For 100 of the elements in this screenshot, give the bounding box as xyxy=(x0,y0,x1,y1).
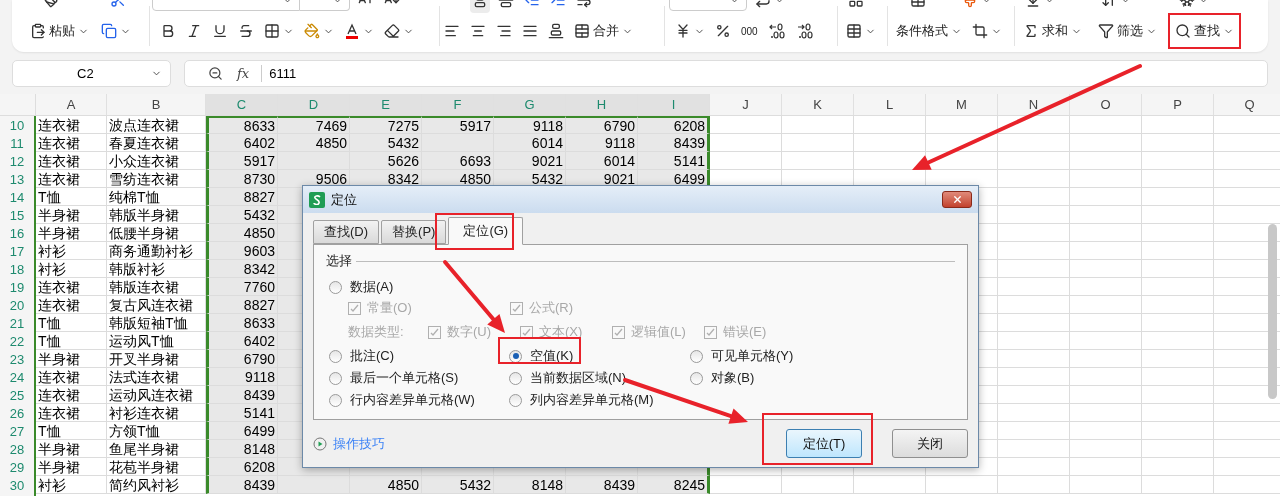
column-header[interactable]: Q xyxy=(1214,94,1280,115)
row-header[interactable]: 14 xyxy=(0,188,36,208)
table-cell: 5626 xyxy=(350,152,422,170)
row-header[interactable]: 13 xyxy=(0,170,36,190)
tips-link[interactable]: 操作技巧 xyxy=(313,433,385,454)
dialog-title: 定位 xyxy=(331,190,357,209)
radio-button[interactable] xyxy=(509,349,522,363)
filter-icon xyxy=(1098,23,1114,39)
table-cell: 连衣裙 xyxy=(36,116,107,134)
column-header[interactable]: D xyxy=(278,94,350,115)
align-center-icon xyxy=(470,23,486,39)
justify-icon xyxy=(522,23,538,39)
column-header[interactable]: H xyxy=(566,94,638,115)
column-header[interactable]: P xyxy=(1142,94,1214,115)
table-cell: 4850 xyxy=(350,476,422,494)
row-header[interactable]: 12 xyxy=(0,152,36,172)
radio-button[interactable] xyxy=(329,393,342,407)
table-cell: 8827 xyxy=(206,296,278,314)
row-header[interactable]: 10 xyxy=(0,116,36,136)
table-cell: 7760 xyxy=(206,278,278,296)
find-button[interactable]: 查找 xyxy=(1173,18,1236,44)
thousands-button[interactable]: 000 xyxy=(739,18,760,44)
column-header[interactable]: M xyxy=(926,94,998,115)
filter-button[interactable]: 筛选 xyxy=(1096,18,1159,44)
table-cell: 5432 xyxy=(422,476,494,494)
radio-button[interactable] xyxy=(329,280,342,294)
column-header[interactable]: I xyxy=(638,94,710,115)
row-header[interactable]: 29 xyxy=(0,458,36,478)
column-header[interactable]: C xyxy=(206,94,278,115)
option-label: 错误(E) xyxy=(723,323,767,342)
paste-button[interactable]: 粘贴 xyxy=(28,18,91,44)
radio-button[interactable] xyxy=(690,371,703,385)
dismiss-button[interactable]: 关闭 xyxy=(892,429,968,458)
table-cell: 8439 xyxy=(206,476,278,494)
row-header[interactable]: 16 xyxy=(0,224,36,244)
table-cell: 半身裙 xyxy=(36,206,107,224)
option-label: 数字(U) xyxy=(447,323,492,342)
option-label: 常量(O) xyxy=(367,299,412,318)
tab[interactable]: 定位(G) xyxy=(448,217,524,245)
scrollbar-thumb[interactable] xyxy=(1268,224,1277,399)
column-header[interactable]: K xyxy=(782,94,854,115)
table-cell: 6402 xyxy=(206,332,278,350)
formula-value[interactable]: 6111 xyxy=(269,63,297,84)
column-header[interactable]: F xyxy=(422,94,494,115)
row-header[interactable]: 23 xyxy=(0,350,36,370)
row-header[interactable]: 26 xyxy=(0,404,36,424)
row-header[interactable]: 22 xyxy=(0,332,36,352)
row-header[interactable]: 24 xyxy=(0,368,36,388)
locate-button[interactable]: 定位(T) xyxy=(786,429,862,458)
percent-icon xyxy=(715,23,731,39)
zoom-out-icon[interactable] xyxy=(208,66,223,81)
row-header[interactable]: 11 xyxy=(0,134,36,154)
close-button[interactable] xyxy=(942,191,972,208)
play-icon xyxy=(313,436,327,451)
row-header[interactable]: 17 xyxy=(0,242,36,262)
table-cell: 4850 xyxy=(206,224,278,242)
column-header[interactable]: L xyxy=(854,94,926,115)
option-label: 逻辑值(L) xyxy=(631,323,686,342)
table-cell: 5141 xyxy=(638,152,710,170)
table-cell: 连衣裙 xyxy=(36,404,107,422)
option-label: 当前数据区域(N) xyxy=(530,369,627,388)
table-cell: 9118 xyxy=(566,134,638,152)
radio-button[interactable] xyxy=(329,371,342,385)
radio-button[interactable] xyxy=(509,393,522,407)
crop-icon xyxy=(972,23,988,39)
row-header[interactable]: 15 xyxy=(0,206,36,226)
column-header[interactable]: A xyxy=(36,94,107,115)
row-header[interactable]: 28 xyxy=(0,440,36,460)
merge-button[interactable]: 合并 xyxy=(572,18,635,44)
radio-button[interactable] xyxy=(329,349,342,363)
row-header[interactable]: 20 xyxy=(0,296,36,316)
row-header[interactable]: 27 xyxy=(0,422,36,442)
table-cell: 9021 xyxy=(494,152,566,170)
row-header[interactable]: 18 xyxy=(0,260,36,280)
group-label: 选择 xyxy=(326,253,352,269)
sum-button[interactable]: 求和 xyxy=(1021,18,1084,44)
name-box[interactable]: C2 xyxy=(12,60,171,87)
table-cell: 连衣裙 xyxy=(36,368,107,386)
column-header[interactable]: E xyxy=(350,94,422,115)
option-label: 数据(A) xyxy=(350,278,394,297)
row-header[interactable]: 21 xyxy=(0,314,36,334)
function-label[interactable]: fx xyxy=(237,63,250,84)
table-cell: 连衣裙 xyxy=(36,296,107,314)
tab[interactable]: 查找(D) xyxy=(313,220,380,244)
table-cell: 9603 xyxy=(206,242,278,260)
column-header[interactable]: J xyxy=(710,94,782,115)
radio-button[interactable] xyxy=(690,349,703,363)
row-header[interactable]: 19 xyxy=(0,278,36,298)
row-header[interactable]: 25 xyxy=(0,386,36,406)
table-cell: 8439 xyxy=(566,476,638,494)
row-header[interactable]: 30 xyxy=(0,476,36,496)
radio-button[interactable] xyxy=(509,371,522,385)
column-header[interactable]: N xyxy=(998,94,1070,115)
column-header[interactable]: G xyxy=(494,94,566,115)
table-cell: 衬衫 xyxy=(36,242,107,260)
table-cell: 6208 xyxy=(206,458,278,476)
conditional-format-button[interactable]: 条件格式 xyxy=(894,18,964,44)
table-cell: 连衣裙 xyxy=(36,278,107,296)
column-header[interactable]: O xyxy=(1070,94,1142,115)
tab[interactable]: 替换(P) xyxy=(381,220,447,244)
